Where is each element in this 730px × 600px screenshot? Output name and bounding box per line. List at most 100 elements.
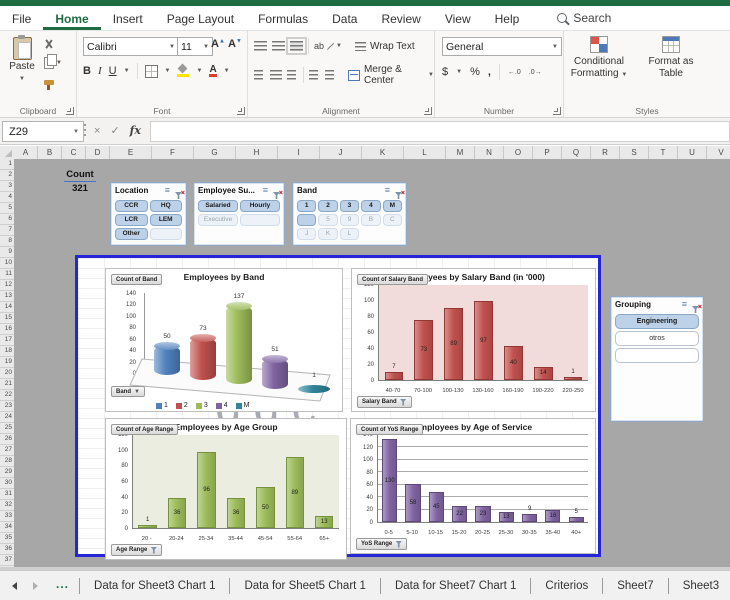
column-header-P[interactable]: P — [533, 146, 562, 159]
font-dialog-launcher[interactable] — [237, 107, 245, 115]
sheet-tab-criterios[interactable]: Criterios — [531, 571, 602, 600]
ribbon-tab-view[interactable]: View — [433, 6, 483, 30]
row-header-20[interactable]: 20 — [0, 368, 14, 379]
row-header-24[interactable]: 24 — [0, 412, 14, 423]
decrease-indent-button[interactable] — [309, 70, 320, 80]
number-dialog-launcher[interactable] — [553, 107, 561, 115]
row-header-6[interactable]: 6 — [0, 214, 14, 225]
row-header-26[interactable]: 26 — [0, 434, 14, 445]
clear-filter-icon[interactable]: × — [395, 186, 403, 195]
sheet-tab-sheet3[interactable]: Sheet3 — [669, 571, 730, 600]
slicer-item-blank[interactable] — [615, 348, 699, 363]
middle-align-button[interactable] — [272, 41, 285, 51]
alignment-dialog-launcher[interactable] — [424, 107, 432, 115]
slicer-item-k[interactable]: K — [318, 228, 337, 240]
ribbon-tab-formulas[interactable]: Formulas — [246, 6, 320, 30]
align-center-button[interactable] — [270, 70, 281, 80]
slicer-item-m[interactable]: M — [383, 200, 402, 212]
column-header-F[interactable]: F — [152, 146, 194, 159]
increase-indent-button[interactable] — [325, 70, 336, 80]
slicer-employee-subgroup[interactable]: Employee Su...≡× SalariedHourlyExecutive — [193, 182, 285, 246]
column-header-G[interactable]: G — [194, 146, 236, 159]
borders-dropdown[interactable]: ▼ — [165, 68, 171, 74]
row-header-8[interactable]: 8 — [0, 236, 14, 247]
underline-dropdown[interactable]: ▼ — [124, 68, 130, 74]
row-header-17[interactable]: 17 — [0, 335, 14, 346]
accounting-format-button[interactable]: $ — [442, 66, 448, 78]
orientation-dropdown[interactable]: ▼ — [336, 43, 342, 49]
column-header-E[interactable]: E — [110, 146, 152, 159]
multiselect-icon[interactable]: ≡ — [263, 186, 268, 195]
name-box-dropdown-icon[interactable]: ▼ — [73, 129, 83, 135]
slicer-item-ccr[interactable]: CCR — [115, 200, 148, 212]
row-header-37[interactable]: 37 — [0, 555, 14, 566]
column-header-C[interactable]: C — [62, 146, 86, 159]
column-header-T[interactable]: T — [649, 146, 678, 159]
row-header-28[interactable]: 28 — [0, 456, 14, 467]
column-header-N[interactable]: N — [475, 146, 504, 159]
slicer-item-hourly[interactable]: Hourly — [240, 200, 280, 212]
row-header-9[interactable]: 9 — [0, 247, 14, 258]
row-header-27[interactable]: 27 — [0, 445, 14, 456]
comma-style-button[interactable]: , — [488, 66, 491, 78]
row-header-2[interactable]: 2 — [0, 170, 14, 181]
row-header-32[interactable]: 32 — [0, 500, 14, 511]
font-name-combo[interactable]: Calibri▼ — [83, 37, 179, 56]
column-header-Q[interactable]: Q — [562, 146, 591, 159]
pivot-field-button[interactable]: Count of YoS Range — [356, 424, 423, 435]
slicer-item-blank[interactable] — [150, 228, 183, 240]
slicer-item-1[interactable]: 1 — [297, 200, 316, 212]
row-header-21[interactable]: 21 — [0, 379, 14, 390]
borders-button[interactable] — [145, 65, 158, 78]
row-header-25[interactable]: 25 — [0, 423, 14, 434]
multiselect-icon[interactable]: ≡ — [385, 186, 390, 195]
slicer-item-2[interactable]: 2 — [318, 200, 337, 212]
slicer-item-lcr[interactable]: LCR — [115, 214, 148, 226]
copy-button[interactable]: ▼ — [44, 56, 66, 70]
row-header-31[interactable]: 31 — [0, 489, 14, 500]
row-header-33[interactable]: 33 — [0, 511, 14, 522]
row-header-1[interactable]: 1 — [0, 159, 14, 170]
ribbon-tab-home[interactable]: Home — [43, 6, 100, 30]
column-header-V[interactable]: V — [707, 146, 730, 159]
number-format-combo[interactable]: General▼ — [442, 37, 562, 56]
orientation-button[interactable]: ab — [314, 41, 331, 51]
row-header-15[interactable]: 15 — [0, 313, 14, 324]
slicer-item-3[interactable]: 3 — [340, 200, 359, 212]
row-header-23[interactable]: 23 — [0, 401, 14, 412]
conditional-formatting-button[interactable]: Conditional Formatting ▼ — [568, 35, 630, 79]
clear-filter-icon[interactable]: × — [273, 186, 281, 195]
accounting-dropdown[interactable]: ▼ — [456, 69, 462, 75]
formula-input[interactable] — [150, 121, 730, 142]
font-color-dropdown[interactable]: ▼ — [224, 68, 230, 74]
row-header-35[interactable]: 35 — [0, 533, 14, 544]
slicer-item-hq[interactable]: HQ — [150, 200, 183, 212]
slicer-item-l[interactable]: L — [340, 228, 359, 240]
bottom-align-button[interactable] — [290, 41, 303, 51]
font-size-combo[interactable]: 11▼ — [177, 37, 213, 56]
slicer-band[interactable]: Band≡× 1234M59BCJKL — [292, 182, 407, 246]
row-header-30[interactable]: 30 — [0, 478, 14, 489]
sheet-tab-data-for-sheet7-chart-1[interactable]: Data for Sheet7 Chart 1 — [381, 571, 530, 600]
row-header-16[interactable]: 16 — [0, 324, 14, 335]
insert-function-button[interactable]: fx — [130, 124, 141, 137]
search-box[interactable]: Search — [557, 6, 611, 30]
slicer-location[interactable]: Location≡× CCRHQLCRLEMOther — [110, 182, 187, 246]
fill-color-dropdown[interactable]: ▼ — [196, 68, 202, 74]
slicer-item-c[interactable]: C — [383, 214, 402, 226]
slicer-item-5[interactable]: 5 — [318, 214, 337, 226]
pivot-axis-filter-button[interactable]: Age Range — [111, 544, 162, 556]
column-header-D[interactable]: D — [86, 146, 110, 159]
ribbon-tab-help[interactable]: Help — [483, 6, 532, 30]
align-right-button[interactable] — [287, 70, 298, 80]
slicer-item-engineering[interactable]: Engineering — [615, 314, 699, 329]
multiselect-icon[interactable]: ≡ — [165, 186, 170, 195]
row-header-22[interactable]: 22 — [0, 390, 14, 401]
enter-button[interactable]: ✓ — [110, 124, 119, 137]
slicer-item-j[interactable]: J — [297, 228, 316, 240]
column-header-A[interactable]: A — [14, 146, 38, 159]
cancel-button[interactable]: × — [94, 125, 100, 137]
row-header-13[interactable]: 13 — [0, 291, 14, 302]
column-header-H[interactable]: H — [236, 146, 278, 159]
clear-filter-icon[interactable]: × — [175, 186, 183, 195]
